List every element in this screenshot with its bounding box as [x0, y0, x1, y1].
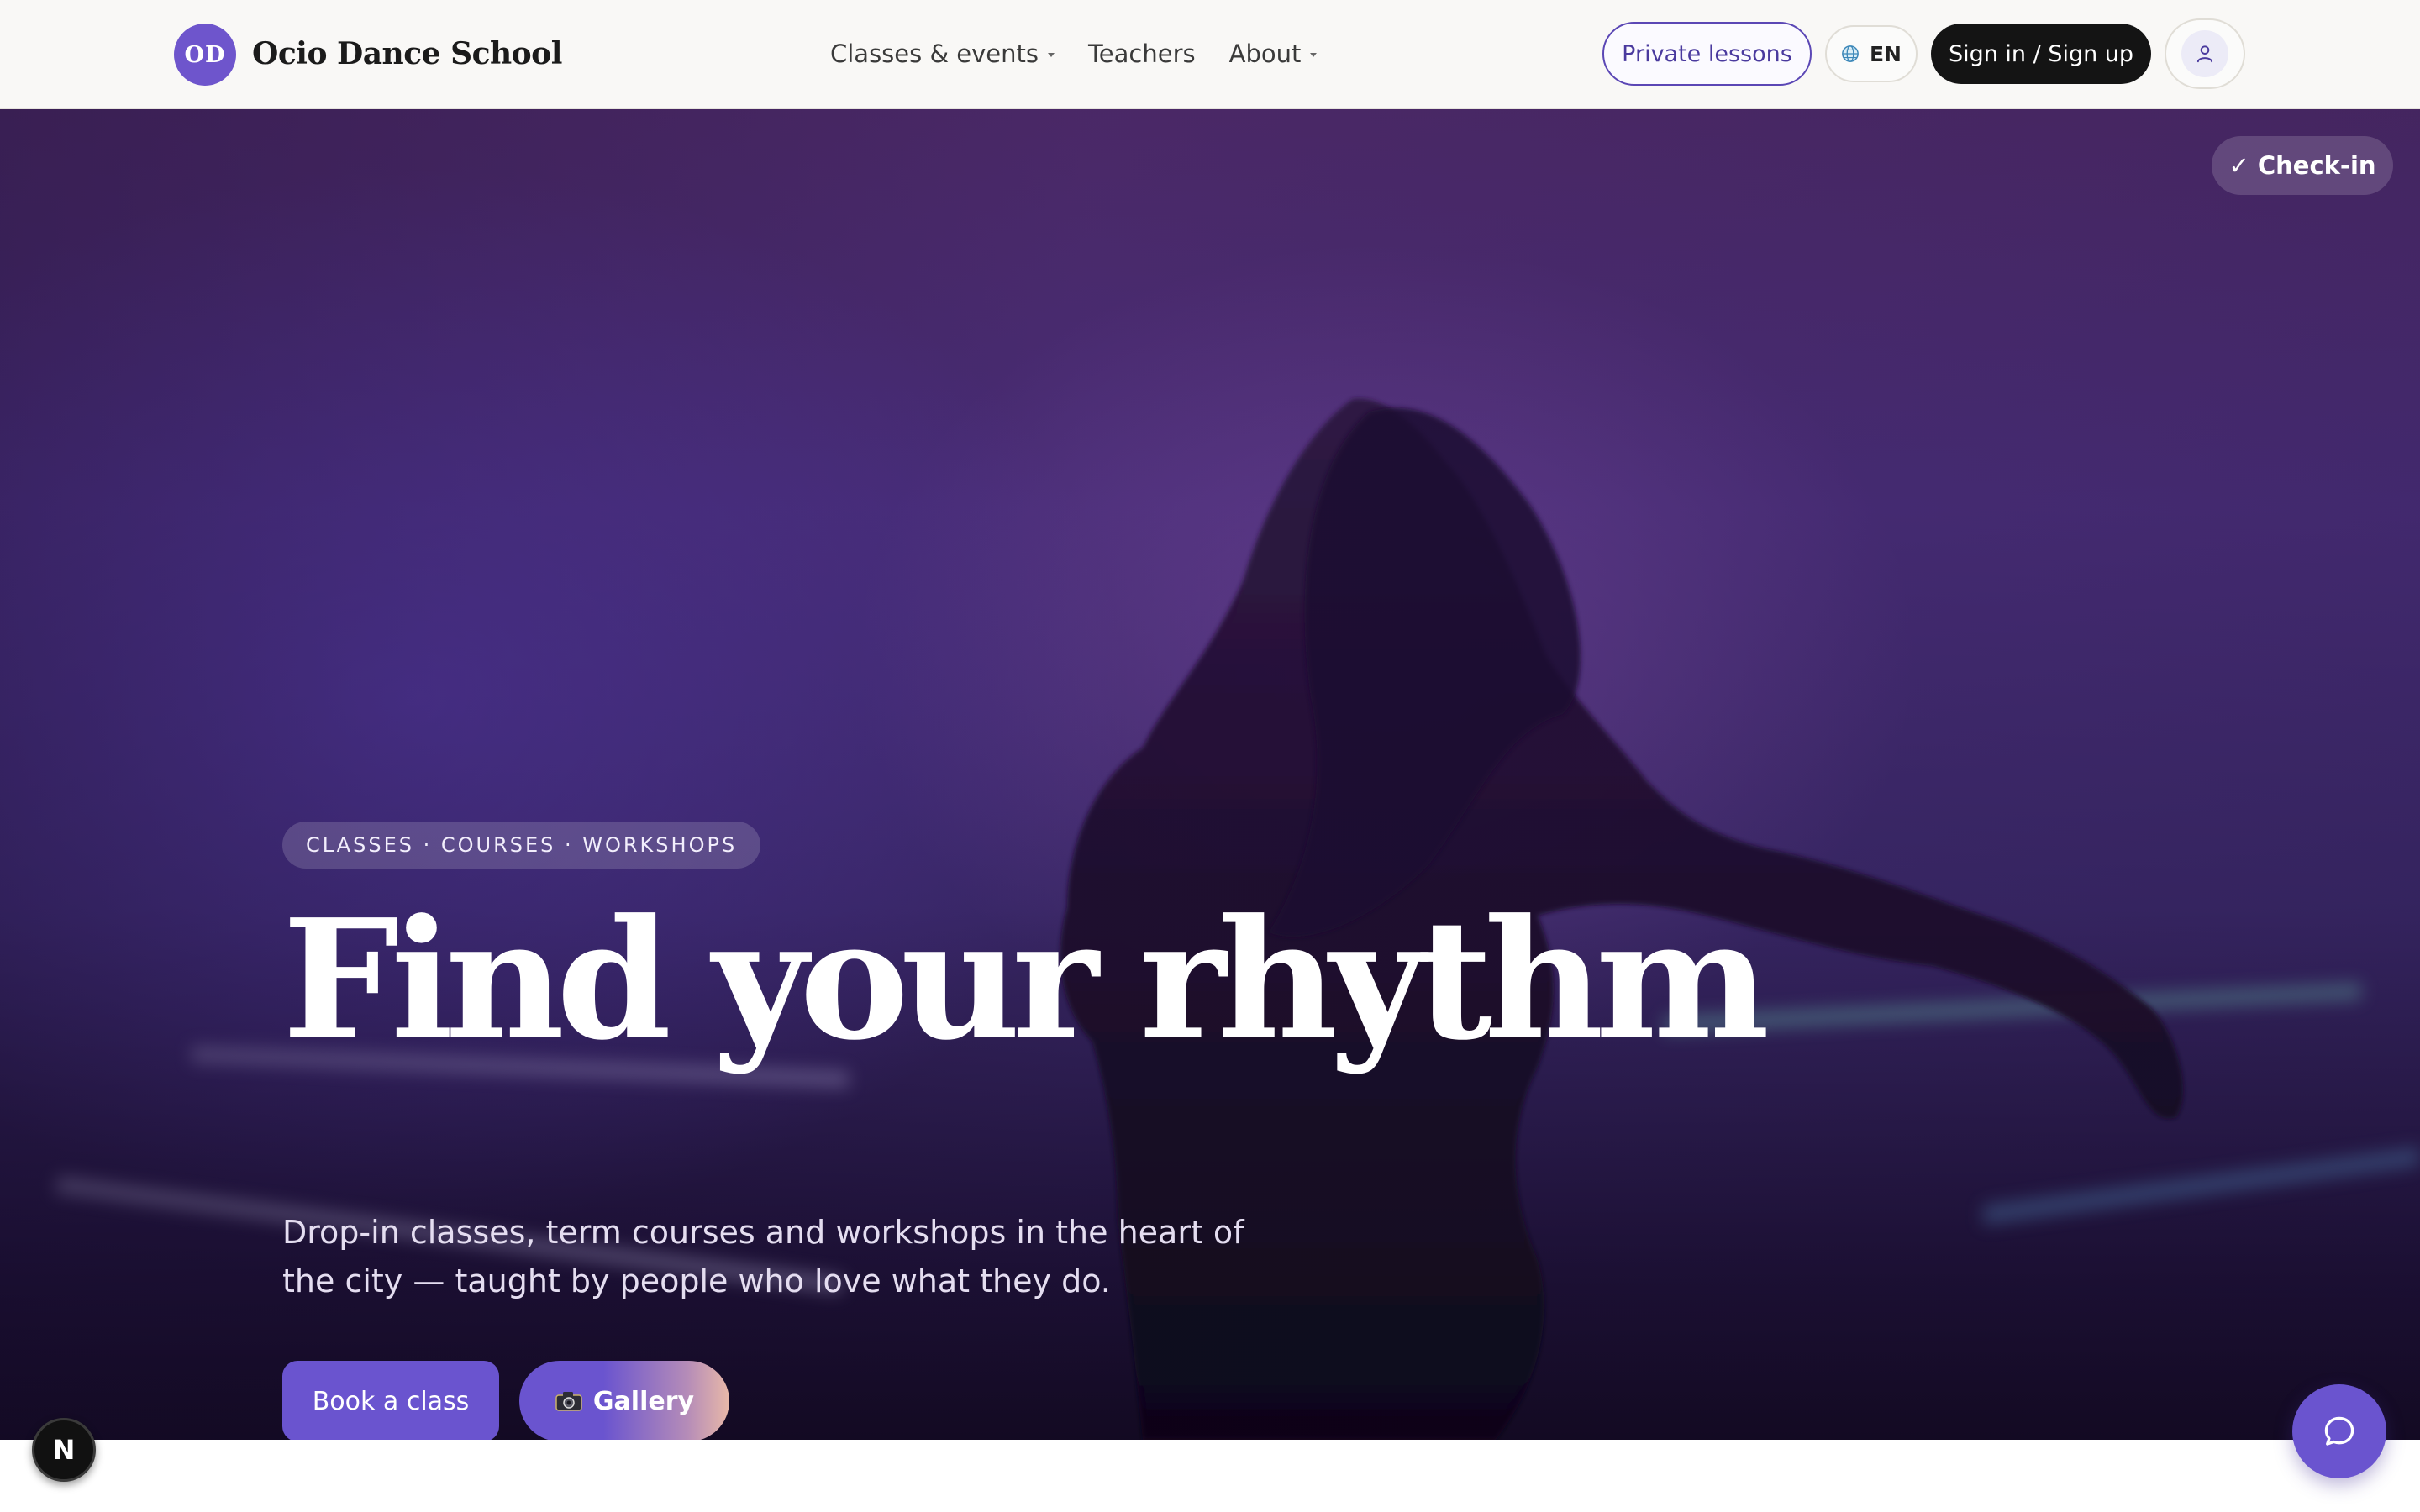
nav-item-label: About: [1228, 39, 1302, 68]
book-class-button[interactable]: Book a class: [282, 1361, 499, 1440]
account-button[interactable]: [2165, 18, 2245, 89]
brand-name[interactable]: Ocio Dance School: [252, 29, 562, 79]
site-header: OD Ocio Dance School Classes & events Te…: [0, 0, 2420, 109]
nav-item-label: Teachers: [1088, 39, 1196, 68]
signin-signup-button[interactable]: Sign in / Sign up: [1931, 24, 2151, 84]
camera-icon: [555, 1392, 582, 1411]
gallery-label: Gallery: [592, 1386, 695, 1416]
gallery-button[interactable]: Gallery: [519, 1361, 729, 1440]
user-icon: [2196, 45, 2213, 63]
main-nav: Classes & events Teachers About: [830, 29, 1318, 79]
nav-item-about[interactable]: About: [1229, 39, 1318, 68]
dev-tools-badge[interactable]: N: [32, 1418, 96, 1482]
language-selector[interactable]: EN: [1825, 25, 1918, 82]
hero-subtitle: Drop-in classes, term courses and worksh…: [282, 1214, 1244, 1299]
globe-icon: [1842, 45, 1859, 62]
hero-section: ✓ Check-in CLASSES · COURSES · WORKSHOPS…: [0, 109, 2420, 1440]
chat-button[interactable]: [2292, 1384, 2386, 1478]
nav-item-label: Classes & events: [830, 39, 1039, 68]
nav-item-classes-events[interactable]: Classes & events: [830, 39, 1055, 68]
chat-bubble-icon: [2324, 1416, 2354, 1446]
nav-item-teachers[interactable]: Teachers: [1088, 39, 1196, 68]
hero-headline: Find your rhythm: [282, 884, 1770, 1077]
hero-tagline: CLASSES · COURSES · WORKSHOPS: [282, 822, 761, 869]
logo-badge[interactable]: OD: [174, 24, 236, 86]
language-label: EN: [1869, 41, 1902, 66]
chevron-down-icon: [1310, 53, 1318, 57]
chevron-down-icon: [1048, 53, 1055, 57]
check-in-button[interactable]: ✓ Check-in: [2212, 136, 2393, 195]
avatar: [2181, 30, 2228, 77]
private-lessons-button[interactable]: Private lessons: [1602, 22, 1812, 86]
